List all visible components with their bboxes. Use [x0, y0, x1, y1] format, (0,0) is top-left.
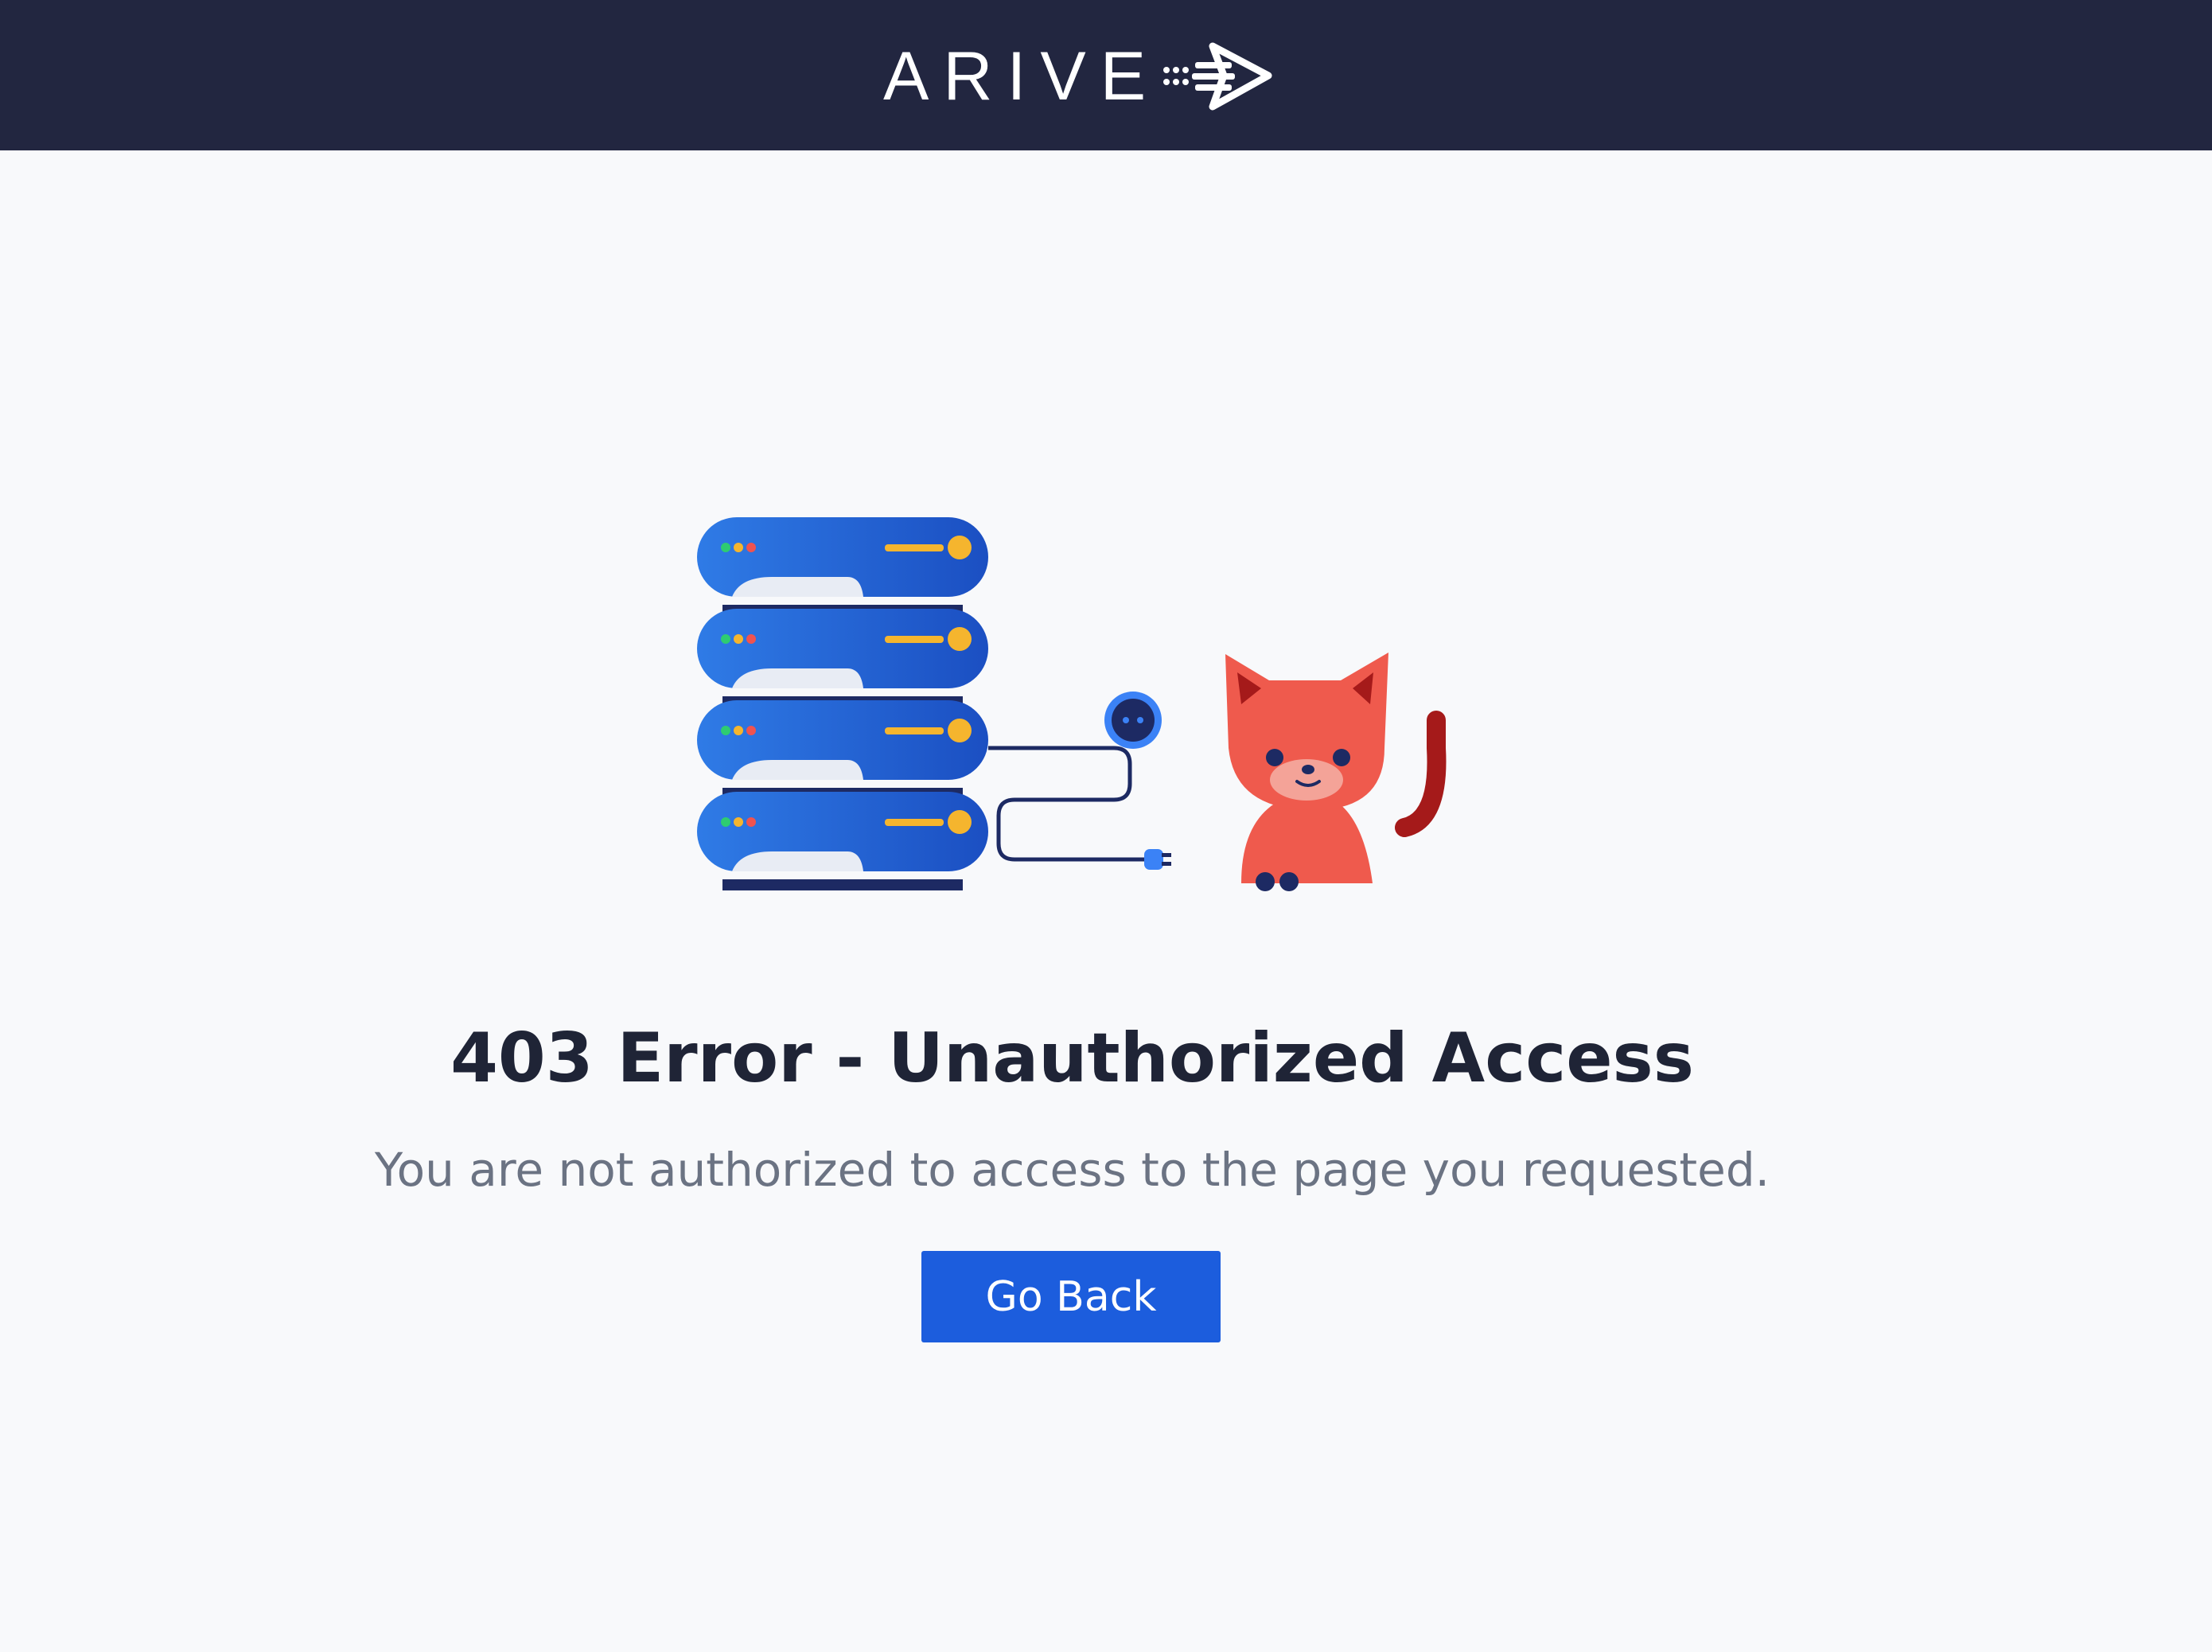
unplugged-cable-icon: [988, 746, 1171, 870]
error-message: You are not authorized to access to the …: [374, 1143, 1770, 1197]
top-navbar: ARIVE: [0, 0, 2212, 150]
red-cat-icon: [1225, 653, 1447, 891]
error-illustration: [697, 517, 1447, 891]
arive-logo[interactable]: ARIVE: [883, 38, 1276, 114]
power-socket-icon: [1104, 692, 1162, 749]
error-title: 403 Error - Unauthorized Access: [450, 1018, 1694, 1098]
go-back-button[interactable]: Go Back: [921, 1251, 1221, 1342]
server-stack-icon: [697, 517, 988, 890]
logo-text: ARIVE: [883, 37, 1161, 115]
speed-arrow-icon: [1163, 42, 1272, 111]
